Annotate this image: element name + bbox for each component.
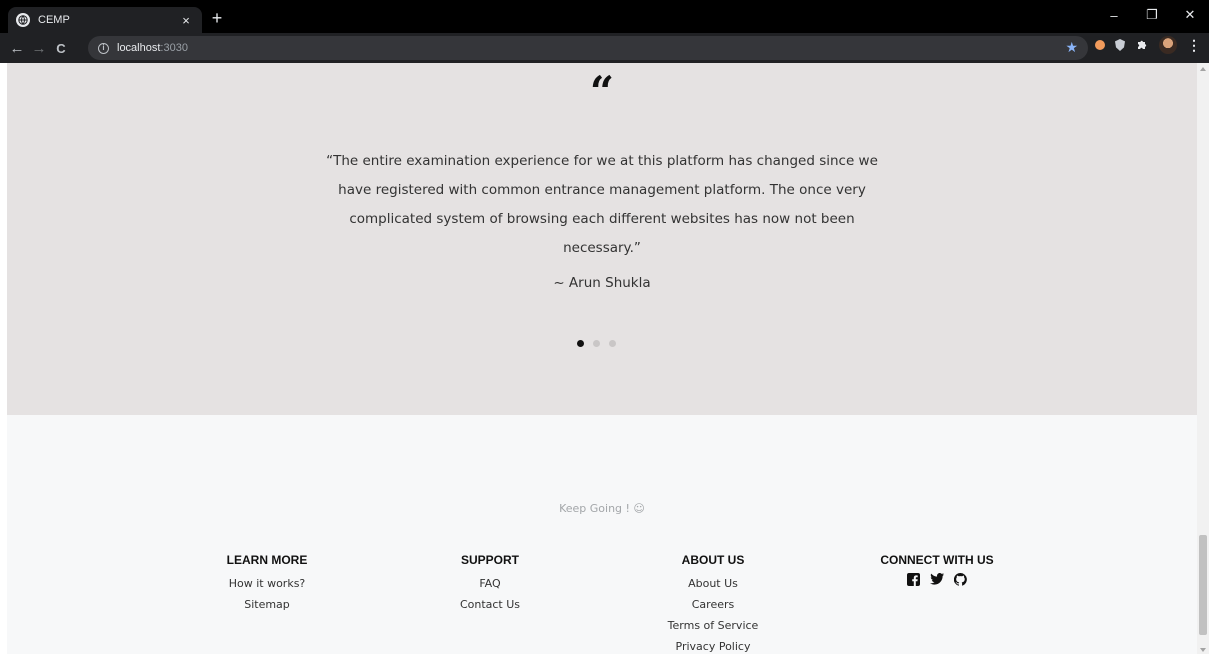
quote-icon: “ bbox=[589, 67, 615, 116]
globe-icon bbox=[16, 13, 30, 27]
url-port: :3030 bbox=[160, 42, 188, 54]
footer-column-connect: CONNECT WITH US bbox=[847, 553, 1027, 586]
close-window-button[interactable]: ✕ bbox=[1171, 0, 1209, 30]
footer-link-privacy-policy[interactable]: Privacy Policy bbox=[623, 636, 803, 654]
footer-link-faq[interactable]: FAQ bbox=[400, 573, 580, 594]
site-footer: Keep Going ! ☺ LEARN MORE How it works? … bbox=[7, 415, 1197, 654]
tab-close-icon[interactable]: × bbox=[178, 13, 194, 28]
carousel-dot-2[interactable] bbox=[593, 340, 600, 347]
footer-heading: SUPPORT bbox=[460, 553, 519, 567]
testimonial-quote: “The entire examination experience for w… bbox=[326, 153, 878, 256]
page-viewport: “ “The entire examination experience for… bbox=[7, 63, 1197, 654]
footer-link-sitemap[interactable]: Sitemap bbox=[177, 594, 357, 615]
footer-heading: ABOUT US bbox=[681, 553, 745, 567]
facebook-icon[interactable] bbox=[907, 573, 920, 586]
address-bar[interactable]: i localhost:3030 ★ bbox=[88, 36, 1088, 60]
scrollbar-thumb[interactable] bbox=[1199, 535, 1207, 635]
github-icon[interactable] bbox=[954, 573, 967, 586]
forward-button[interactable]: → bbox=[28, 37, 50, 59]
window-controls: – ❐ ✕ bbox=[1095, 0, 1209, 33]
puzzle-icon[interactable] bbox=[1135, 38, 1149, 52]
footer-column-about-us: ABOUT US About Us Careers Terms of Servi… bbox=[623, 553, 803, 654]
extensions-area: ⋮ bbox=[1095, 36, 1201, 54]
back-button[interactable]: ← bbox=[6, 37, 28, 59]
footer-link-contact-us[interactable]: Contact Us bbox=[400, 594, 580, 615]
reload-button[interactable]: C bbox=[50, 37, 72, 59]
testimonial-author: ~ Arun Shukla bbox=[553, 275, 651, 291]
page-scrollbar[interactable] bbox=[1197, 63, 1209, 654]
info-icon[interactable]: i bbox=[98, 42, 109, 54]
footer-link-careers[interactable]: Careers bbox=[623, 594, 803, 615]
browser-tab-strip: CEMP × + – ❐ ✕ bbox=[0, 0, 1209, 33]
profile-avatar[interactable] bbox=[1159, 36, 1177, 54]
footer-heading: CONNECT WITH US bbox=[880, 553, 994, 567]
carousel-dot-1[interactable] bbox=[577, 340, 584, 347]
browser-menu-icon[interactable]: ⋮ bbox=[1187, 37, 1201, 54]
footer-tagline: Keep Going ! ☺ bbox=[559, 502, 645, 515]
extension-icon[interactable] bbox=[1095, 40, 1105, 50]
footer-heading: LEARN MORE bbox=[226, 553, 308, 567]
bookmark-star-icon[interactable]: ★ bbox=[1065, 39, 1078, 56]
scroll-up-arrow-icon[interactable] bbox=[1200, 67, 1206, 71]
carousel-dot-3[interactable] bbox=[609, 340, 616, 347]
twitter-icon[interactable] bbox=[930, 573, 944, 586]
url-host: localhost bbox=[117, 42, 161, 54]
footer-link-about-us[interactable]: About Us bbox=[623, 573, 803, 594]
tab-title: CEMP bbox=[38, 14, 70, 26]
shield-extension-icon[interactable] bbox=[1115, 39, 1125, 51]
browser-tab[interactable]: CEMP × bbox=[8, 7, 202, 33]
carousel-indicators bbox=[577, 340, 616, 347]
footer-link-terms-of-service[interactable]: Terms of Service bbox=[623, 615, 803, 636]
url-text: localhost:3030 bbox=[117, 42, 188, 54]
scroll-down-arrow-icon[interactable] bbox=[1200, 648, 1206, 652]
footer-link-how-it-works[interactable]: How it works? bbox=[177, 573, 357, 594]
footer-column-support: SUPPORT FAQ Contact Us bbox=[400, 553, 580, 615]
new-tab-button[interactable]: + bbox=[208, 9, 226, 27]
social-links bbox=[847, 573, 1027, 586]
testimonial-section: “ “The entire examination experience for… bbox=[7, 63, 1197, 415]
minimize-button[interactable]: – bbox=[1095, 0, 1133, 30]
browser-toolbar: ← → C i localhost:3030 ★ ⋮ bbox=[0, 33, 1209, 63]
footer-column-learn-more: LEARN MORE How it works? Sitemap bbox=[177, 553, 357, 615]
maximize-button[interactable]: ❐ bbox=[1133, 0, 1171, 30]
